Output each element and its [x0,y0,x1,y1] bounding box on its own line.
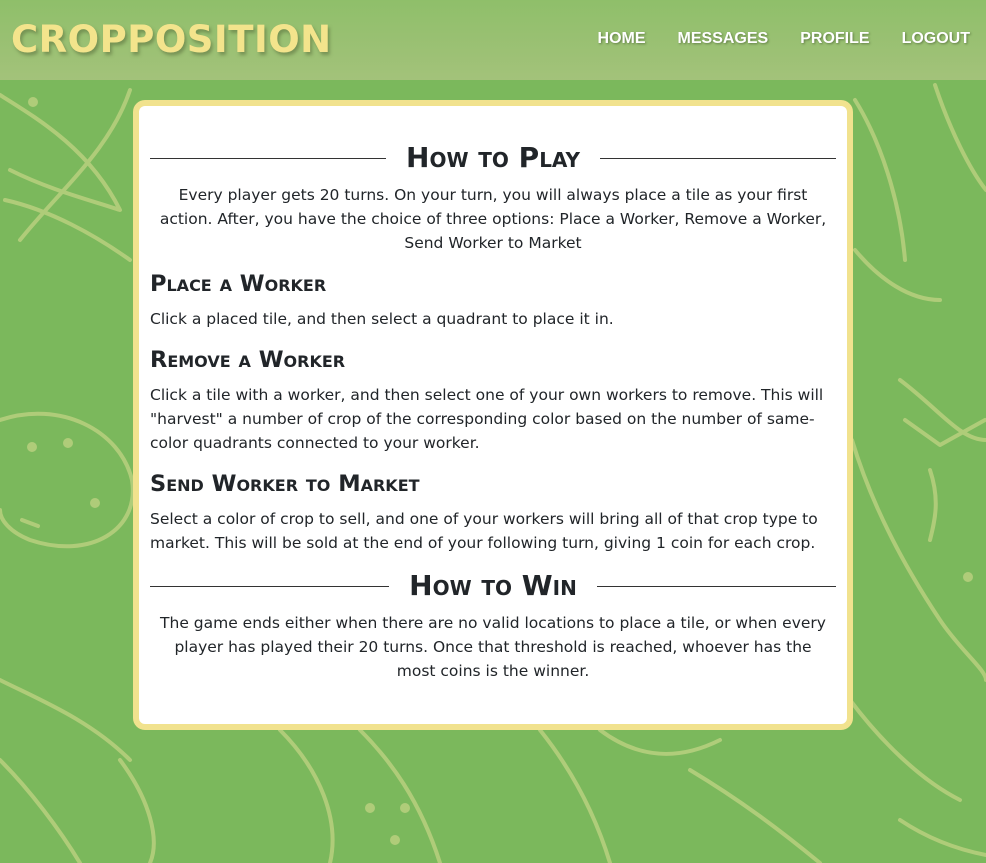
nav-links: HOME MESSAGES PROFILE LOGOUT [598,28,970,50]
divider-line-right [599,157,837,159]
remove-worker-text: Click a tile with a worker, and then sel… [150,386,824,452]
how-to-win-title: How to Win [409,569,577,602]
brand-logo[interactable]: CROPPOSITION [11,17,332,63]
how-to-win-heading-row: How to Win [150,568,837,604]
nav-messages-link[interactable]: MESSAGES [678,28,769,50]
place-worker-heading: Place a Worker [150,271,327,297]
how-to-play-title: How to Play [406,141,580,174]
nav-logout-link[interactable]: LOGOUT [902,28,970,50]
divider-line-left [150,585,390,587]
rules-card: How to Play Every player gets 20 turns. … [133,100,853,730]
remove-worker-heading: Remove a Worker [150,347,346,373]
send-worker-text: Select a color of crop to sell, and one … [150,510,818,552]
nav-home-link[interactable]: HOME [598,28,646,50]
place-worker-text: Click a placed tile, and then select a q… [150,310,614,328]
send-worker-heading: Send Worker to Market [150,471,420,497]
nav-profile-link[interactable]: PROFILE [800,28,869,50]
divider-line-right [596,585,837,587]
divider-line-left [150,157,387,159]
top-navbar: CROPPOSITION HOME MESSAGES PROFILE LOGOU… [0,0,986,80]
how-to-play-intro: Every player gets 20 turns. On your turn… [159,186,827,252]
how-to-win-text: The game ends either when there are no v… [160,614,826,680]
how-to-play-heading-row: How to Play [150,140,837,176]
